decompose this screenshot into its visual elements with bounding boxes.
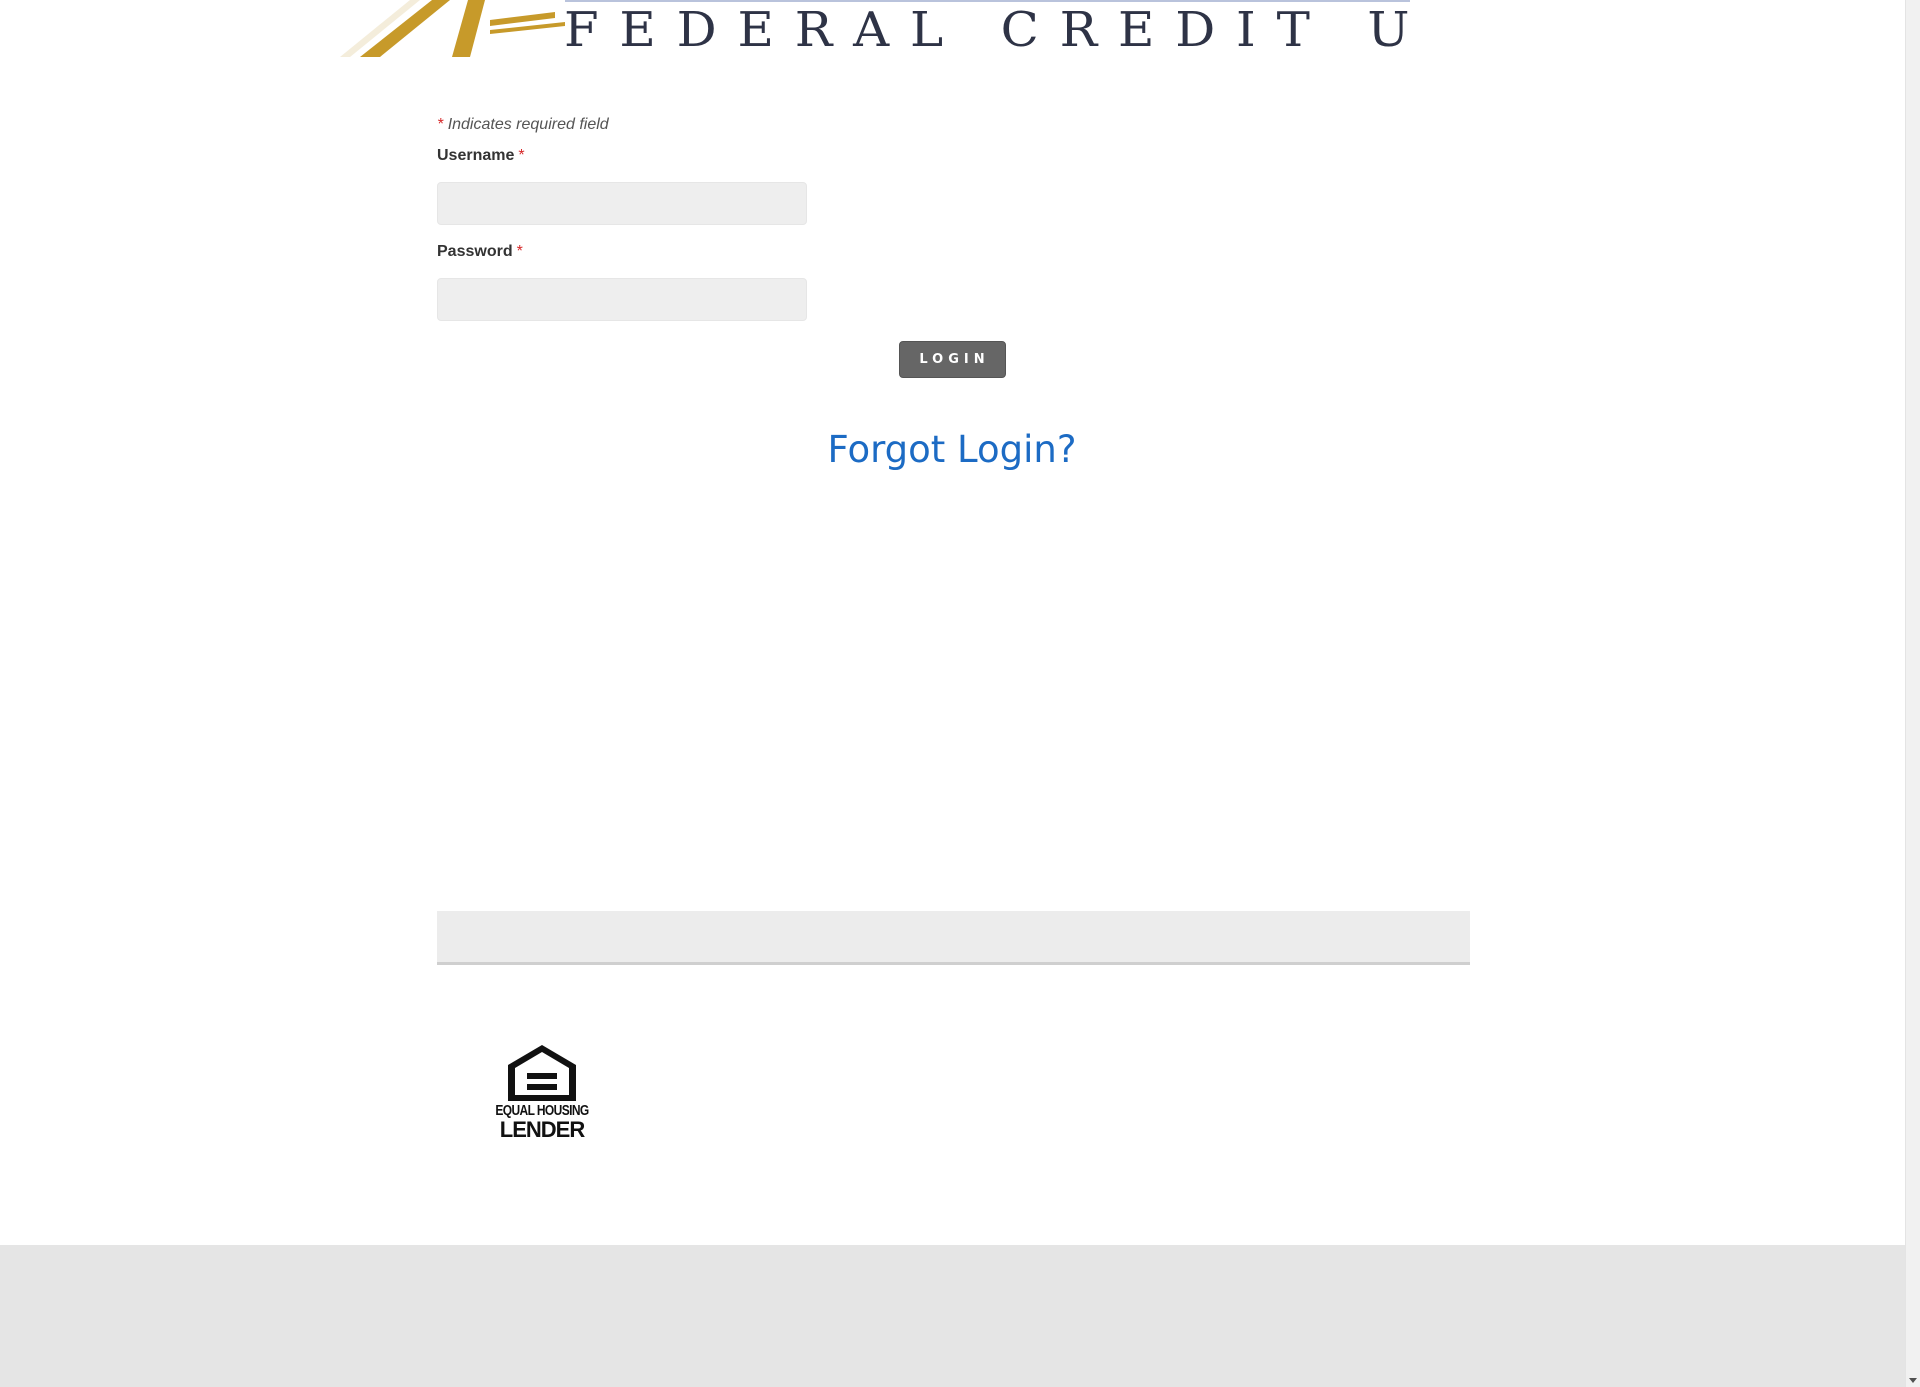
logo-text: FEDERAL CREDIT UNION — [564, 2, 1410, 57]
forgot-login-link[interactable]: Forgot Login? — [827, 428, 1076, 471]
credit-union-logo[interactable]: FEDERAL CREDIT UNION — [340, 0, 1410, 57]
username-label-text: Username — [437, 147, 515, 164]
lender-text: LENDER — [499, 1117, 585, 1142]
equal-housing-icon — [508, 1045, 576, 1101]
content-bar — [437, 911, 1470, 965]
password-required-star: * — [516, 243, 523, 260]
username-label: Username * — [437, 147, 525, 165]
username-required-star: * — [518, 147, 525, 164]
password-label: Password * — [437, 243, 523, 261]
vertical-scrollbar[interactable] — [1905, 0, 1920, 1387]
required-note-text: Indicates required field — [447, 116, 609, 133]
required-star: * — [437, 116, 444, 133]
equal-housing-text: EQUAL HOUSING — [495, 1101, 589, 1119]
login-page: FEDERAL CREDIT UNION * Indicates require… — [0, 0, 1905, 1387]
username-input[interactable] — [437, 182, 807, 225]
page-footer — [0, 1245, 1905, 1387]
equal-housing-lender-badge: EQUAL HOUSING LENDER — [486, 1043, 598, 1143]
login-button[interactable]: LOGIN — [899, 341, 1006, 378]
scroll-down-arrow-icon[interactable] — [1909, 1378, 1917, 1383]
password-label-text: Password — [437, 243, 513, 260]
logo-emblem-icon — [340, 0, 565, 57]
password-input[interactable] — [437, 278, 807, 321]
required-field-note: * Indicates required field — [437, 116, 609, 134]
